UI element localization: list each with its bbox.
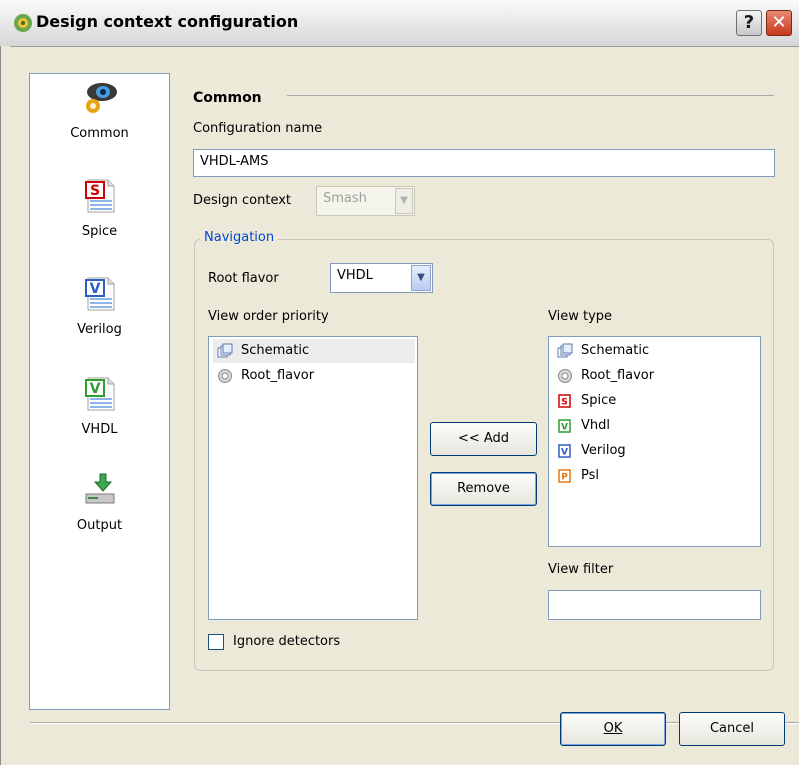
ignore-detectors-checkbox[interactable] [208, 634, 224, 650]
verilog-file-icon-badge: V [89, 281, 100, 297]
view-type-list[interactable]: Schematic Root_flavor S Spice V Vhdl V V… [548, 336, 761, 547]
list-item[interactable]: V Verilog [553, 439, 626, 463]
design-context-label: Design context [193, 193, 292, 208]
vhdl-file-icon-badge: V [89, 381, 100, 397]
view-order-label: View order priority [208, 309, 329, 324]
section-divider [287, 95, 774, 96]
config-name-label: Configuration name [193, 121, 323, 136]
spice-list-icon-badge: S [561, 398, 567, 408]
root-flavor-select[interactable]: VHDL ▼ [330, 263, 433, 293]
root-flavor-label: Root flavor [208, 271, 279, 286]
vhdl-file-icon: V [84, 377, 114, 411]
spice-file-icon: S [84, 179, 114, 213]
list-item[interactable]: P Psl [553, 464, 599, 488]
list-item-label: Schematic [581, 343, 650, 358]
vhdl-file-icon: V [558, 419, 571, 433]
sidebar-item-vhdl[interactable]: V VHDL [30, 376, 169, 437]
dialog-window: Design context configuration ? ✕ Common [0, 0, 799, 765]
sidebar-item-label: Common [70, 126, 129, 141]
sidebar-item-label: Output [76, 518, 123, 533]
window-frame [0, 46, 10, 765]
root-flavor-value: VHDL [337, 268, 373, 283]
category-sidebar: Common S Spice V Verilog V VHDL Output [29, 73, 170, 710]
list-item-label: Vhdl [581, 418, 610, 433]
list-item-label: Psl [581, 468, 599, 483]
root-flavor-icon [218, 369, 232, 383]
schematic-icon [557, 343, 573, 358]
window-title: Design context configuration [36, 12, 299, 31]
ok-button-label: OK [603, 721, 623, 736]
list-item[interactable]: V Vhdl [553, 414, 610, 438]
list-item[interactable]: Root_flavor [553, 364, 654, 388]
remove-button[interactable]: Remove [430, 472, 537, 506]
output-drive-icon [85, 473, 114, 504]
help-button[interactable]: ? [736, 10, 762, 36]
sidebar-item-output[interactable]: Output [30, 472, 169, 533]
root-flavor-icon [558, 369, 572, 383]
list-item-label: Spice [581, 393, 617, 408]
ok-button[interactable]: OK [560, 712, 666, 746]
close-button[interactable]: ✕ [766, 10, 792, 36]
app-icon [14, 14, 32, 32]
verilog-file-icon: V [84, 277, 114, 311]
sidebar-item-label: VHDL [81, 422, 118, 437]
title-bar[interactable]: Design context configuration ? ✕ [0, 0, 799, 47]
sidebar-item-verilog[interactable]: V Verilog [30, 276, 169, 337]
view-type-label: View type [548, 309, 613, 324]
design-context-select: Smash ▼ [316, 186, 415, 216]
view-order-list[interactable]: Schematic Root_flavor [208, 336, 418, 620]
list-item[interactable]: Schematic [213, 339, 415, 363]
verilog-file-icon: V [558, 444, 571, 458]
chevron-down-icon[interactable]: ▼ [411, 265, 431, 291]
section-title: Common [193, 90, 262, 106]
list-item[interactable]: Root_flavor [213, 364, 314, 388]
cancel-button[interactable]: Cancel [679, 712, 785, 746]
sidebar-item-label: Spice [81, 224, 118, 239]
add-button[interactable]: << Add [430, 422, 537, 456]
sidebar-item-common[interactable]: Common [30, 80, 169, 141]
schematic-icon [217, 343, 233, 358]
list-item-label: Root_flavor [581, 368, 655, 383]
config-name-input[interactable]: VHDL-AMS [193, 149, 775, 177]
navigation-group-title: Navigation [200, 230, 279, 245]
list-item-label: Schematic [241, 343, 310, 358]
list-item-label: Root_flavor [241, 368, 315, 383]
list-item[interactable]: Schematic [553, 339, 649, 363]
chevron-down-icon: ▼ [395, 188, 413, 214]
view-filter-input[interactable] [548, 590, 761, 620]
list-item[interactable]: S Spice [553, 389, 616, 413]
eye-gear-icon [85, 83, 117, 113]
list-item-label: Verilog [581, 443, 626, 458]
view-filter-label: View filter [548, 562, 614, 577]
vhdl-list-icon-badge: V [561, 423, 568, 433]
design-context-value: Smash [323, 191, 367, 206]
sidebar-item-spice[interactable]: S Spice [30, 178, 169, 239]
psl-file-icon: P [558, 469, 571, 483]
sidebar-item-label: Verilog [77, 322, 122, 337]
svg-text:P: P [561, 473, 568, 483]
spice-file-icon: S [558, 394, 571, 408]
spice-file-icon-badge: S [89, 183, 99, 199]
ignore-detectors-label: Ignore detectors [233, 634, 341, 649]
verilog-list-icon-badge: V [561, 448, 568, 458]
